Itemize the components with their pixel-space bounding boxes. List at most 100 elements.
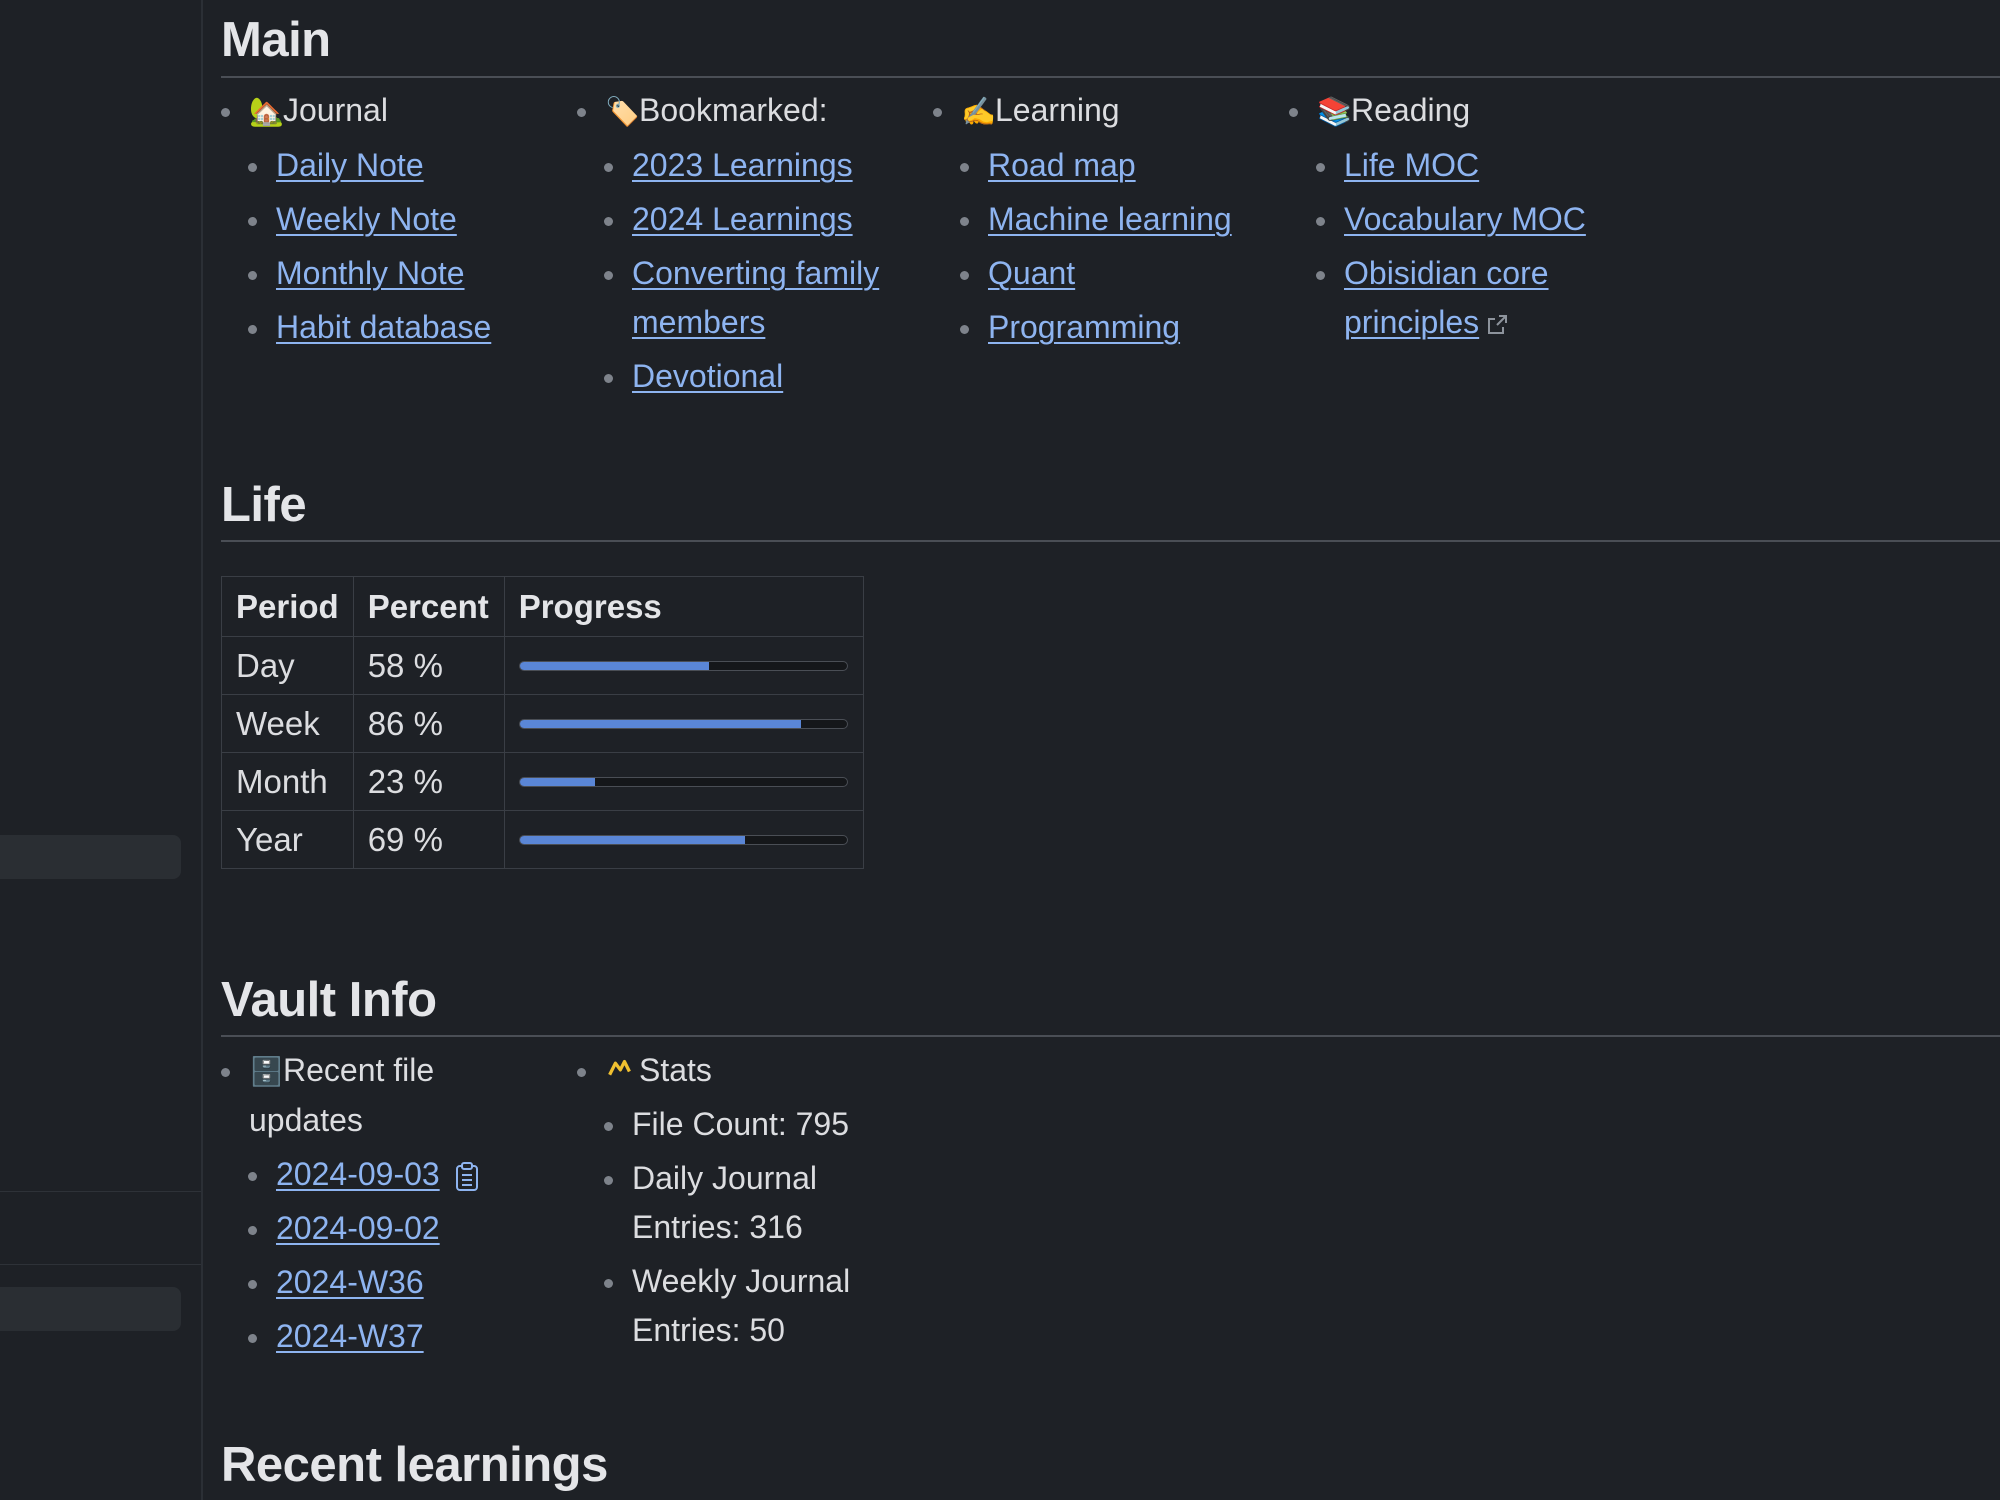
list-item: 2024 Learnings <box>577 195 897 244</box>
link-2024-09-03[interactable]: 2024-09-03 <box>276 1156 440 1192</box>
list-item: Road map <box>933 141 1273 190</box>
heading-rule <box>221 76 2000 78</box>
link-2024-w36[interactable]: 2024-W36 <box>276 1264 424 1300</box>
list-item: Machine learning <box>933 195 1273 244</box>
list-heading: Journal <box>283 92 388 128</box>
column-header-progress: Progress <box>503 576 864 637</box>
chart-spark-icon <box>608 1059 631 1076</box>
progress-bar <box>518 718 848 729</box>
list-item: 2024-09-03 <box>221 1150 551 1199</box>
list-item: Weekly Note <box>221 195 561 244</box>
progress-cell <box>503 694 864 753</box>
file-cabinet-icon: 🗄️ <box>249 1056 284 1087</box>
progress-bar <box>518 834 848 845</box>
house-icon: 🏡 <box>249 96 284 127</box>
list-item: Life MOC <box>1289 141 1599 190</box>
list-item: Monthly Note <box>221 249 561 298</box>
progress-bar <box>518 776 848 787</box>
list-item: 2024-W36 <box>221 1258 551 1307</box>
clipboard-icon[interactable] <box>454 1161 480 1192</box>
stat-file-count: File Count: 795 <box>577 1100 877 1149</box>
books-icon: 📚 <box>1317 96 1352 127</box>
list-item: Converting family members <box>577 249 897 347</box>
list-item: 2023 Learnings <box>577 141 897 190</box>
heading-vault-info: Vault Info <box>221 973 437 1027</box>
list-heading: Bookmarked: <box>639 92 828 128</box>
vault-column-recent: 🗄️Recent file updates 2024-09-03 2024-09… <box>221 1046 551 1361</box>
main-column-reading: 📚Reading Life MOC Vocabulary MOC Obisidi… <box>1289 86 1599 347</box>
stat-daily-journal-entries: Daily Journal Entries: 316 <box>577 1154 877 1252</box>
period-cell: Day <box>221 636 354 695</box>
list-item-journal: 🏡Journal <box>221 86 561 136</box>
life-progress-table: Period Percent Progress Day 58 % Week 86… <box>221 576 864 869</box>
period-cell: Week <box>221 694 354 753</box>
list-item: Habit database <box>221 303 561 352</box>
heading-life: Life <box>221 478 307 532</box>
main-column-bookmarked: 🏷️Bookmarked: 2023 Learnings 2024 Learni… <box>577 86 897 401</box>
link-2024-w37[interactable]: 2024-W37 <box>276 1318 424 1354</box>
note-content: Main 🏡Journal Daily Note Weekly Note Mon… <box>203 0 2000 1500</box>
list-heading: Learning <box>995 92 1120 128</box>
writing-hand-icon: ✍️ <box>961 96 996 127</box>
progress-bar <box>518 660 848 671</box>
percent-cell: 69 % <box>352 810 505 869</box>
progress-cell <box>503 636 864 695</box>
stat-weekly-journal-entries: Weekly Journal Entries: 50 <box>577 1257 877 1355</box>
list-item: Obisidian core principles <box>1289 249 1599 347</box>
sidebar-divider <box>0 1264 201 1265</box>
link-2024-learnings[interactable]: 2024 Learnings <box>632 201 853 237</box>
progress-fill <box>519 777 595 786</box>
link-programming[interactable]: Programming <box>988 309 1180 345</box>
progress-fill <box>519 661 710 670</box>
period-cell: Year <box>221 810 354 869</box>
list-item-recent-updates: 🗄️Recent file updates <box>221 1046 551 1145</box>
list-item: 2024-W37 <box>221 1312 551 1361</box>
link-machine-learning[interactable]: Machine learning <box>988 201 1232 237</box>
heading-rule <box>221 1035 2000 1037</box>
heading-recent-learnings: Recent learnings <box>221 1438 608 1492</box>
link-2023-learnings[interactable]: 2023 Learnings <box>632 147 853 183</box>
progress-cell <box>503 752 864 811</box>
heading-rule <box>221 540 2000 542</box>
link-road-map[interactable]: Road map <box>988 147 1136 183</box>
list-item-bookmarked: 🏷️Bookmarked: <box>577 86 897 136</box>
list-heading: Stats <box>639 1052 712 1088</box>
main-column-journal: 🏡Journal Daily Note Weekly Note Monthly … <box>221 86 561 352</box>
percent-cell: 86 % <box>352 694 505 753</box>
percent-cell: 58 % <box>352 636 505 695</box>
link-vocabulary-moc[interactable]: Vocabulary MOC <box>1344 201 1586 237</box>
list-item: Devotional <box>577 352 897 401</box>
heading-main: Main <box>221 13 331 67</box>
list-item-reading: 📚Reading <box>1289 86 1599 136</box>
sidebar-divider <box>0 1191 201 1192</box>
link-daily-note[interactable]: Daily Note <box>276 147 424 183</box>
list-item-learning: ✍️Learning <box>933 86 1273 136</box>
table-row: Day 58 % <box>221 636 864 695</box>
list-item: 2024-09-02 <box>221 1204 551 1253</box>
list-item: Quant <box>933 249 1273 298</box>
progress-fill <box>519 719 801 728</box>
external-link-icon <box>1488 314 1508 334</box>
column-header-percent: Percent <box>352 576 505 637</box>
sidebar-item[interactable] <box>0 1287 181 1331</box>
link-habit-database[interactable]: Habit database <box>276 309 491 345</box>
link-quant[interactable]: Quant <box>988 255 1075 291</box>
link-monthly-note[interactable]: Monthly Note <box>276 255 465 291</box>
table-row: Week 86 % <box>221 694 864 753</box>
sidebar-item[interactable] <box>0 835 181 879</box>
link-converting-family-members[interactable]: Converting family members <box>632 255 879 340</box>
link-obsidian-core-principles[interactable]: Obisidian core principles <box>1344 255 1549 340</box>
link-weekly-note[interactable]: Weekly Note <box>276 201 457 237</box>
progress-fill <box>519 835 746 844</box>
list-item-stats: Stats <box>577 1046 877 1095</box>
percent-cell: 23 % <box>352 752 505 811</box>
vault-column-stats: Stats File Count: 795 Daily Journal Entr… <box>577 1046 877 1355</box>
link-life-moc[interactable]: Life MOC <box>1344 147 1479 183</box>
list-item: Programming <box>933 303 1273 352</box>
column-header-period: Period <box>221 576 354 637</box>
list-heading: Reading <box>1351 92 1471 128</box>
link-2024-09-02[interactable]: 2024-09-02 <box>276 1210 440 1246</box>
list-item: Daily Note <box>221 141 561 190</box>
main-column-learning: ✍️Learning Road map Machine learning Qua… <box>933 86 1273 352</box>
link-devotional[interactable]: Devotional <box>632 358 783 394</box>
